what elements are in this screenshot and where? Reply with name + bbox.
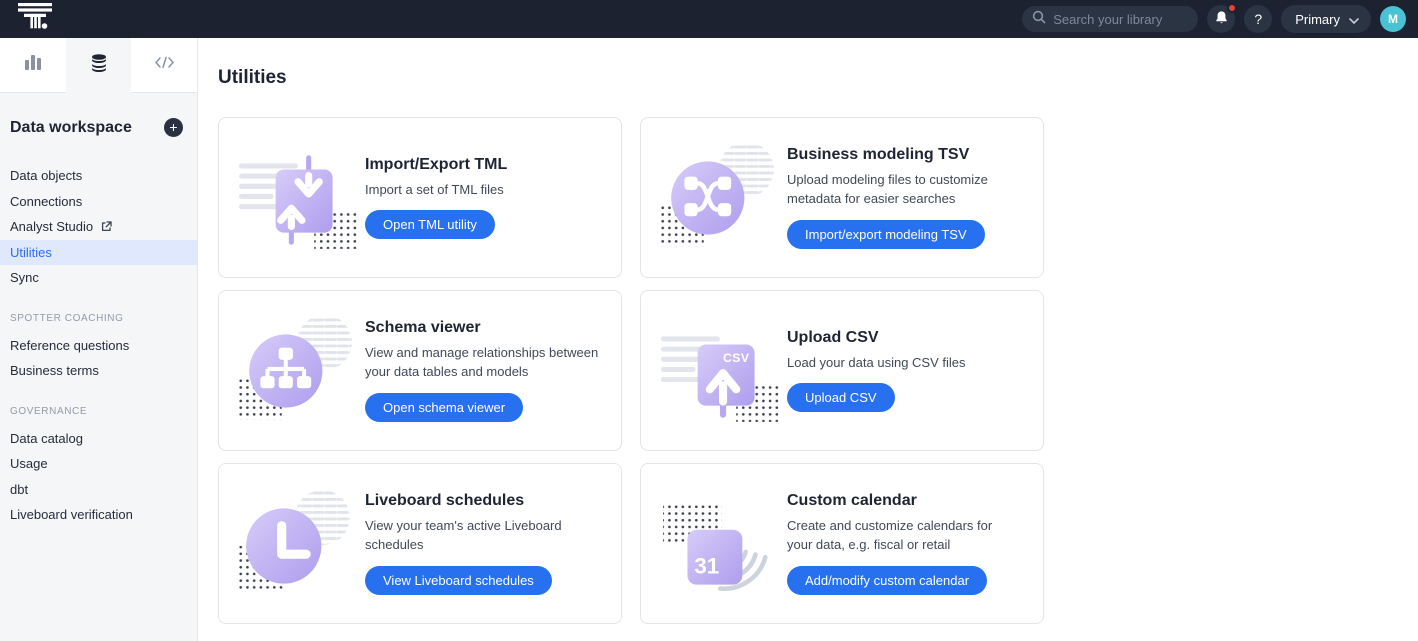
org-selector[interactable]: Primary xyxy=(1281,5,1371,33)
sidebar-item-business-terms[interactable]: Business terms xyxy=(0,358,197,384)
custom-calendar-icon: 31 xyxy=(661,485,781,603)
card-title: Liveboard schedules xyxy=(365,492,599,510)
card-description: Load your data using CSV files xyxy=(787,354,966,373)
library-search xyxy=(1022,6,1198,32)
user-avatar[interactable]: M xyxy=(1380,6,1406,32)
card-description: Create and customize calendars for your … xyxy=(787,517,1021,555)
tab-insights[interactable] xyxy=(0,38,66,93)
card-business-modeling-tsv: Business modeling TSV Upload modeling fi… xyxy=(640,117,1044,278)
add-modify-custom-calendar-button[interactable]: Add/modify custom calendar xyxy=(787,566,987,595)
card-liveboard-schedules: Liveboard schedules View your team's act… xyxy=(218,463,622,624)
sidebar-item-data-objects[interactable]: Data objects xyxy=(0,163,197,189)
sidebar-item-dbt[interactable]: dbt xyxy=(0,477,197,503)
chevron-down-icon xyxy=(1349,12,1359,27)
help-button[interactable]: ? xyxy=(1244,5,1272,33)
thoughtspot-logo-icon[interactable] xyxy=(18,3,52,35)
main-content: Utilities xyxy=(198,38,1418,641)
sidebar-title: Data workspace xyxy=(10,119,132,137)
bar-chart-icon xyxy=(24,55,42,75)
view-liveboard-schedules-button[interactable]: View Liveboard schedules xyxy=(365,566,552,595)
sidebar-item-sync[interactable]: Sync xyxy=(0,265,197,291)
card-title: Import/Export TML xyxy=(365,156,507,174)
question-mark-icon: ? xyxy=(1254,11,1262,27)
svg-text:31: 31 xyxy=(694,553,719,578)
tab-code[interactable] xyxy=(131,38,197,93)
sidebar-item-utilities[interactable]: Utilities xyxy=(0,240,197,266)
avatar-initial: M xyxy=(1388,12,1398,26)
tab-data[interactable] xyxy=(66,38,132,93)
upload-csv-button[interactable]: Upload CSV xyxy=(787,383,895,412)
upload-csv-icon: CSV xyxy=(661,312,781,430)
org-selector-label: Primary xyxy=(1295,12,1340,27)
liveboard-schedules-icon xyxy=(239,485,359,603)
notification-badge xyxy=(1227,3,1237,13)
sidebar-item-usage[interactable]: Usage xyxy=(0,451,197,477)
add-button[interactable]: + xyxy=(164,118,183,137)
card-title: Schema viewer xyxy=(365,319,599,337)
sidebar-item-liveboard-verification[interactable]: Liveboard verification xyxy=(0,502,197,528)
card-title: Upload CSV xyxy=(787,329,966,347)
card-import-export-tml: Import/Export TML Import a set of TML fi… xyxy=(218,117,622,278)
bell-icon xyxy=(1214,10,1229,28)
section-label-governance: GOVERNANCE xyxy=(10,406,197,417)
sidebar-item-analyst-studio[interactable]: Analyst Studio xyxy=(0,214,197,240)
sidebar: Data workspace + Data objects Connection… xyxy=(0,38,198,641)
top-bar: ? Primary M xyxy=(0,0,1418,38)
page-title: Utilities xyxy=(218,67,1418,89)
module-tabs xyxy=(0,38,197,93)
card-custom-calendar: 31 Custom calendar Create and customize … xyxy=(640,463,1044,624)
external-link-icon xyxy=(101,221,112,232)
import-export-modeling-tsv-button[interactable]: Import/export modeling TSV xyxy=(787,220,985,249)
sidebar-item-reference-questions[interactable]: Reference questions xyxy=(0,333,197,359)
section-label-spotter-coaching: SPOTTER COACHING xyxy=(10,313,197,324)
card-upload-csv: CSV Upload CSV Load your data using CSV … xyxy=(640,290,1044,451)
svg-text:CSV: CSV xyxy=(723,350,750,364)
search-icon xyxy=(1032,10,1046,29)
plus-icon: + xyxy=(169,120,177,134)
sidebar-item-connections[interactable]: Connections xyxy=(0,189,197,215)
card-description: View your team's active Liveboard schedu… xyxy=(365,517,599,555)
card-title: Custom calendar xyxy=(787,492,1021,510)
card-description: Import a set of TML files xyxy=(365,181,507,200)
import-export-tml-icon xyxy=(239,139,359,257)
card-description: View and manage relationships between yo… xyxy=(365,344,599,382)
search-input[interactable] xyxy=(1053,12,1188,27)
utilities-grid: Import/Export TML Import a set of TML fi… xyxy=(218,117,1418,624)
schema-viewer-icon xyxy=(239,312,359,430)
open-tml-utility-button[interactable]: Open TML utility xyxy=(365,210,495,239)
open-schema-viewer-button[interactable]: Open schema viewer xyxy=(365,393,523,422)
card-description: Upload modeling files to customize metad… xyxy=(787,171,1021,209)
card-title: Business modeling TSV xyxy=(787,146,1021,164)
code-icon xyxy=(155,56,174,74)
sidebar-nav: Data objects Connections Analyst Studio … xyxy=(0,163,197,528)
card-schema-viewer: Schema viewer View and manage relationsh… xyxy=(218,290,622,451)
business-modeling-tsv-icon xyxy=(661,139,781,257)
database-icon xyxy=(91,54,107,77)
notifications-button[interactable] xyxy=(1207,5,1235,33)
sidebar-item-data-catalog[interactable]: Data catalog xyxy=(0,426,197,452)
